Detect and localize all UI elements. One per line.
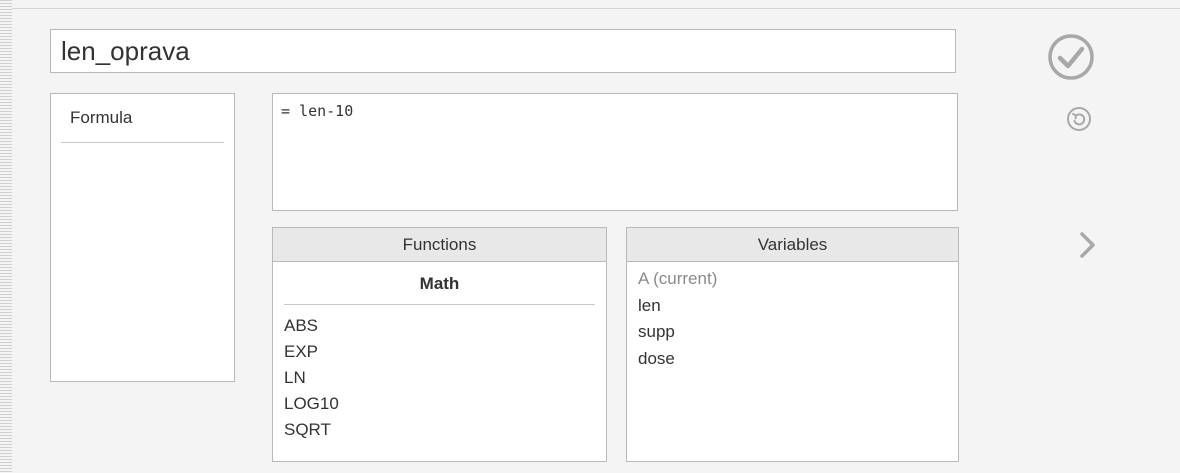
function-category-math[interactable]: Math [284, 262, 595, 305]
top-divider [12, 8, 1180, 9]
left-edge-rail [0, 0, 12, 473]
function-list: ABS EXP LN LOG10 SQRT [273, 305, 606, 443]
option-formula[interactable]: Formula [61, 108, 224, 143]
variable-name-input[interactable] [50, 29, 956, 73]
variable-item-current[interactable]: A (current) [638, 266, 958, 293]
function-item-abs[interactable]: ABS [284, 313, 606, 339]
variables-panel: Variables A (current) len supp dose [626, 227, 959, 462]
variable-list: A (current) len supp dose [627, 262, 958, 372]
functions-header: Functions [273, 228, 606, 262]
chevron-right-icon[interactable] [1077, 230, 1099, 260]
function-item-ln[interactable]: LN [284, 365, 606, 391]
variable-item-supp[interactable]: supp [638, 319, 958, 346]
check-circle-icon[interactable] [1047, 33, 1095, 81]
variable-item-dose[interactable]: dose [638, 346, 958, 373]
undo-icon[interactable] [1066, 106, 1092, 132]
formula-editor[interactable]: = len-10 [272, 93, 958, 211]
function-item-log10[interactable]: LOG10 [284, 391, 606, 417]
function-item-sqrt[interactable]: SQRT [284, 417, 606, 443]
functions-panel: Functions Math ABS EXP LN LOG10 SQRT [272, 227, 607, 462]
options-panel: Formula [50, 93, 235, 382]
variable-item-len[interactable]: len [638, 293, 958, 320]
function-item-exp[interactable]: EXP [284, 339, 606, 365]
variables-header: Variables [627, 228, 958, 262]
